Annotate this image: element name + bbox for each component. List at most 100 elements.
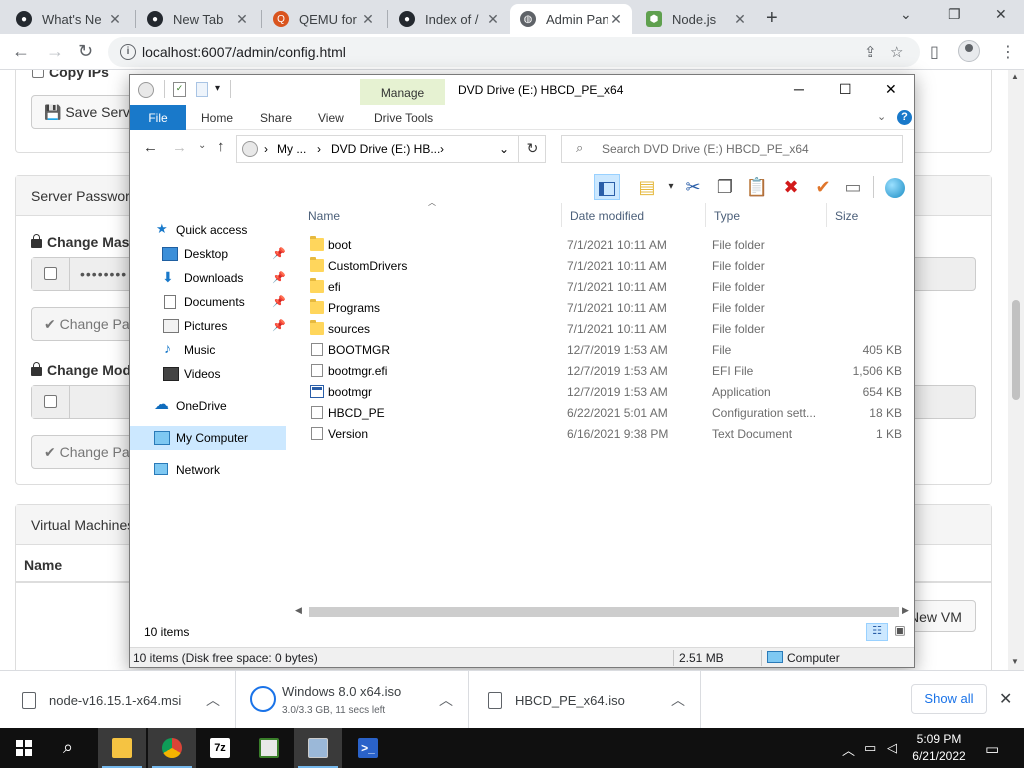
- address-bar[interactable]: i localhost:6007/admin/config.html ⇪ ☆: [108, 37, 920, 67]
- reload-icon[interactable]: ↻: [78, 41, 93, 62]
- nav-item-pictures[interactable]: Pictures 📌: [130, 314, 286, 338]
- scroll-up-icon[interactable]: ▲: [1011, 72, 1019, 81]
- close-icon[interactable]: ✕: [732, 11, 748, 28]
- properties-icon[interactable]: ✓: [173, 82, 186, 97]
- share-icon[interactable]: ⇪: [864, 43, 877, 61]
- pin-icon[interactable]: 📌: [272, 247, 286, 260]
- file-row[interactable]: HBCD_PE 6/22/2021 5:01 AM Configuration …: [300, 402, 914, 423]
- preview-pane-icon[interactable]: [594, 174, 620, 200]
- delete-icon[interactable]: ✖: [778, 174, 804, 200]
- start-button[interactable]: [0, 728, 48, 768]
- column-header-size[interactable]: Size: [827, 203, 914, 227]
- browser-tab-index[interactable]: ● Index of / ✕: [389, 4, 509, 34]
- file-row[interactable]: boot 7/1/2021 10:11 AM File folder: [300, 234, 914, 255]
- nav-item-videos[interactable]: Videos: [130, 362, 286, 386]
- forward-arrow-icon[interactable]: →: [172, 139, 187, 156]
- column-header-type[interactable]: Type: [706, 203, 827, 227]
- breadcrumb-dvd-drive[interactable]: DVD Drive (E:) HB...: [331, 142, 440, 156]
- file-row[interactable]: Version 6/16/2021 9:38 PM Text Document …: [300, 423, 914, 444]
- file-row[interactable]: sources 7/1/2021 10:11 AM File folder: [300, 318, 914, 339]
- tab-drive-tools[interactable]: Drive Tools: [374, 111, 433, 125]
- close-icon[interactable]: ✕: [234, 11, 250, 28]
- taskbar-chrome[interactable]: [148, 728, 196, 768]
- refresh-button[interactable]: ↻: [518, 135, 546, 163]
- download-item[interactable]: Windows 8.0 x64.iso 3.0/3.3 GB, 11 secs …: [236, 671, 469, 729]
- taskbar-powershell[interactable]: >_: [344, 728, 392, 768]
- details-view-icon[interactable]: ☷: [866, 623, 888, 641]
- column-header-date-modified[interactable]: Date modified: [562, 203, 706, 227]
- customize-quick-access-icon[interactable]: ▾: [215, 83, 220, 94]
- menu-kebab-icon[interactable]: ⋮: [1000, 42, 1016, 62]
- volume-icon[interactable]: ◁: [887, 740, 897, 756]
- chevron-up-icon[interactable]: ︿: [842, 740, 855, 759]
- close-icon[interactable]: ✕: [885, 81, 897, 98]
- side-panel-icon[interactable]: ▯: [930, 42, 939, 62]
- scroll-thumb[interactable]: [309, 607, 899, 617]
- new-folder-icon[interactable]: [196, 82, 208, 97]
- expand-ribbon-icon[interactable]: ⌄: [877, 110, 886, 123]
- tab-home[interactable]: Home: [201, 111, 233, 125]
- copy-icon[interactable]: ❐: [712, 174, 738, 200]
- browser-tab-new-tab[interactable]: ● New Tab ✕: [137, 4, 258, 34]
- checkmark-icon[interactable]: ✔: [810, 174, 836, 200]
- chevron-up-icon[interactable]: ︿: [671, 690, 685, 710]
- nav-item-downloads[interactable]: ⬇ Downloads 📌: [130, 266, 286, 290]
- download-item[interactable]: HBCD_PE_x64.iso ︿: [469, 671, 701, 729]
- forward-arrow-icon[interactable]: →: [46, 41, 64, 62]
- maximize-icon[interactable]: ☐: [839, 81, 852, 98]
- help-icon[interactable]: ?: [897, 110, 912, 125]
- change-password-button[interactable]: ✔ Change Pa: [31, 307, 141, 341]
- browser-tab-admin-panel[interactable]: ◍ Admin Pan ✕: [510, 4, 632, 34]
- minimize-icon[interactable]: ─: [794, 81, 804, 97]
- notifications-icon[interactable]: ▭: [985, 740, 999, 758]
- nav-item-network[interactable]: Network: [130, 458, 286, 482]
- close-icon[interactable]: ✕: [999, 689, 1012, 709]
- system-clock[interactable]: 5:09 PM 6/21/2022: [910, 731, 968, 765]
- scroll-down-icon[interactable]: ▼: [1011, 657, 1019, 666]
- chevron-up-icon[interactable]: ︿: [439, 690, 453, 710]
- close-icon[interactable]: ✕: [107, 11, 123, 28]
- tab-view[interactable]: View: [318, 111, 344, 125]
- rename-icon[interactable]: ▭: [840, 174, 866, 200]
- new-tab-button[interactable]: +: [766, 7, 778, 30]
- taskbar-installer[interactable]: [294, 728, 342, 768]
- show-all-button[interactable]: Show all: [911, 684, 987, 714]
- nav-item-documents[interactable]: Documents 📌: [130, 290, 286, 314]
- network-icon[interactable]: ▭: [864, 740, 876, 756]
- scroll-right-icon[interactable]: ▶: [902, 605, 909, 616]
- file-row[interactable]: CustomDrivers 7/1/2021 10:11 AM File fol…: [300, 255, 914, 276]
- save-server-button[interactable]: 💾 Save Serve: [31, 95, 141, 129]
- show-password-checkbox[interactable]: [44, 395, 57, 408]
- explorer-search-box[interactable]: ⌕ Search DVD Drive (E:) HBCD_PE_x64: [561, 135, 903, 163]
- close-icon[interactable]: ✕: [608, 11, 624, 28]
- globe-icon[interactable]: [882, 174, 908, 200]
- folder-options-icon[interactable]: ▤: [634, 174, 660, 200]
- bookmark-star-icon[interactable]: ☆: [890, 43, 903, 61]
- breadcrumb-my-computer[interactable]: My ...: [277, 142, 306, 156]
- search-button[interactable]: ⌕: [48, 728, 96, 768]
- taskbar-7zip[interactable]: 7z: [196, 728, 244, 768]
- copy-ips-checkbox[interactable]: [32, 70, 44, 78]
- file-row[interactable]: bootmgr.efi 12/7/2019 1:53 AM EFI File 1…: [300, 360, 914, 381]
- tab-share[interactable]: Share: [260, 111, 292, 125]
- horizontal-scrollbar[interactable]: ◀ ▶: [295, 604, 913, 620]
- browser-tab-nodejs[interactable]: ⬢ Node.js ✕: [636, 4, 756, 34]
- page-scrollbar[interactable]: ▲ ▼: [1008, 70, 1024, 670]
- taskbar-file-explorer[interactable]: [98, 728, 146, 768]
- nav-item-onedrive[interactable]: ☁ OneDrive: [130, 394, 286, 418]
- download-item[interactable]: node-v16.15.1-x64.msi ︿: [0, 671, 236, 729]
- scroll-left-icon[interactable]: ◀: [295, 605, 302, 616]
- pin-icon[interactable]: 📌: [272, 319, 286, 332]
- column-header-name[interactable]: Name: [300, 203, 562, 227]
- browser-tab-whats-new[interactable]: ● What's Ne ✕: [6, 4, 131, 34]
- explorer-address-bar[interactable]: › My ... › DVD Drive (E:) HB... › ⌄: [236, 135, 546, 163]
- chevron-down-icon[interactable]: ⌄: [499, 142, 509, 156]
- file-row[interactable]: Programs 7/1/2021 10:11 AM File folder: [300, 297, 914, 318]
- restore-window-icon[interactable]: ❐: [948, 6, 961, 23]
- taskbar-app[interactable]: [245, 728, 293, 768]
- profile-avatar[interactable]: [958, 40, 980, 62]
- close-window-icon[interactable]: ✕: [995, 6, 1007, 23]
- back-arrow-icon[interactable]: ←: [12, 41, 30, 62]
- chevron-up-icon[interactable]: ︿: [206, 690, 220, 710]
- chevron-down-icon[interactable]: ⌄: [900, 6, 912, 23]
